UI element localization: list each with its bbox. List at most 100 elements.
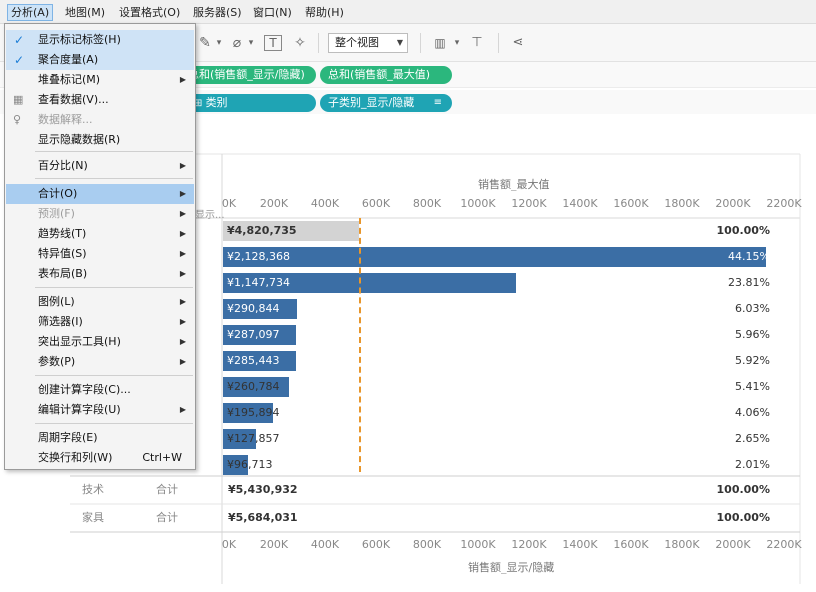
bottom-tick-label: 1800K — [664, 538, 700, 551]
table-icon: ▦ — [13, 93, 24, 106]
columns-pill-sales-show-hide[interactable]: 总和(销售额_显示/隐藏) — [180, 66, 316, 84]
menu-analysis[interactable]: 分析(A) — [7, 4, 54, 21]
show-me-icon[interactable]: ▥ — [430, 33, 450, 53]
category-label: 技术 — [82, 483, 104, 496]
menu-item-explain-data: ♀ 数据解释... — [6, 110, 194, 130]
bottom-tick-label: 0K — [221, 538, 237, 551]
bar-value-label: ¥96,713 — [227, 458, 273, 471]
menu-item-stack-marks[interactable]: 堆叠标记(M) ▶ — [6, 70, 194, 90]
bar-value-label: ¥287,097 — [227, 328, 280, 341]
rows-pill-category[interactable]: ⊞ 类别 — [180, 94, 316, 112]
columns-pill-sales-max[interactable]: 总和(销售额_最大值) — [320, 66, 452, 84]
lightbulb-icon: ♀ — [13, 113, 22, 126]
menu-item-label: 聚合度量(A) — [38, 53, 99, 66]
pen-dropdown-icon[interactable]: ▾ — [214, 33, 224, 53]
top-tick-label: 1600K — [613, 197, 649, 210]
bar-value-label: ¥285,443 — [227, 354, 280, 367]
top-tick-label: 2000K — [715, 197, 751, 210]
submenu-arrow-icon: ▶ — [179, 297, 186, 306]
menu-item-create-calculated-field[interactable]: 创建计算字段(C)... — [6, 380, 194, 400]
bar-percent-label: 2.65% — [735, 432, 770, 445]
menu-item-label: 数据解释... — [38, 113, 93, 126]
bar[interactable] — [223, 247, 766, 267]
top-tick-label: 2200K — [766, 197, 802, 210]
subtotal-label: 合计 — [156, 511, 178, 524]
bar-value-label: ¥290,844 — [227, 302, 280, 315]
menu-server[interactable]: 服务器(S) — [190, 4, 245, 21]
menu-separator — [35, 287, 193, 288]
bar-percent-label: 5.96% — [735, 328, 770, 341]
menu-item-reveal-hidden-data[interactable]: 显示隐藏数据(R) — [6, 130, 194, 150]
top-tick-label: 600K — [361, 197, 391, 210]
rows-pill-category-label: 类别 — [205, 96, 228, 109]
menu-window[interactable]: 窗口(N) — [250, 4, 295, 21]
menu-item-filters[interactable]: 筛选器(I) ▶ — [6, 312, 194, 332]
bar-value-label: ¥2,128,368 — [227, 250, 290, 263]
menu-item-label: 堆叠标记(M) — [38, 73, 101, 86]
menu-item-label: 创建计算字段(C)... — [38, 383, 131, 396]
paperclip-icon[interactable]: ⌀ — [230, 33, 244, 53]
bottom-tick-label: 200K — [259, 538, 289, 551]
fit-select-value: 整个视图 — [335, 36, 379, 49]
fit-select[interactable]: 整个视图 ▼ — [328, 33, 408, 53]
bar-percent-label: 100.00% — [716, 224, 770, 237]
menu-item-label: 显示标记标签(H) — [38, 33, 121, 46]
category-total-percent: 100.00% — [716, 511, 770, 524]
menu-item-view-data[interactable]: ▦ 查看数据(V)... — [6, 90, 194, 110]
menu-item-label: 交换行和列(W) — [38, 451, 113, 464]
bottom-tick-label: 1200K — [511, 538, 547, 551]
submenu-arrow-icon: ▶ — [179, 337, 186, 346]
menu-item-totals[interactable]: 合计(O) ▶ — [6, 184, 194, 204]
submenu-arrow-icon: ▶ — [179, 249, 186, 258]
menu-item-label: 编辑计算字段(U) — [38, 403, 121, 416]
top-tick-label: 1400K — [562, 197, 598, 210]
bottom-tick-label: 1000K — [460, 538, 496, 551]
bar-value-label: ¥127,857 — [227, 432, 280, 445]
paperclip-dropdown-icon[interactable]: ▾ — [246, 33, 256, 53]
menu-item-show-mark-labels[interactable]: ✓ 显示标记标签(H) — [6, 30, 194, 50]
bottom-tick-label: 400K — [310, 538, 340, 551]
menu-item-label: 筛选器(I) — [38, 315, 83, 328]
top-tick-label: 1800K — [664, 197, 700, 210]
menu-help[interactable]: 帮助(H) — [302, 4, 347, 21]
menu-item-cycle-fields[interactable]: 周期字段(E) — [6, 428, 194, 448]
menu-item-label: 突出显示工具(H) — [38, 335, 121, 348]
top-tick-label: 400K — [310, 197, 340, 210]
bar-percent-label: 2.01% — [735, 458, 770, 471]
menu-item-label: 周期字段(E) — [38, 431, 98, 444]
top-tick-label: 800K — [412, 197, 442, 210]
submenu-arrow-icon: ▶ — [179, 209, 186, 218]
submenu-arrow-icon: ▶ — [179, 229, 186, 238]
menu-separator — [35, 178, 193, 179]
chevron-down-icon: ▼ — [396, 38, 403, 47]
pen-icon[interactable]: ✎ — [198, 33, 212, 53]
pin-icon[interactable]: ✧ — [292, 33, 308, 53]
bottom-axis-title: 销售额_显示/隐藏 — [468, 561, 555, 574]
rows-pill-subcategory[interactable]: 子类别_显示/隐藏 ≡ — [320, 94, 452, 112]
menu-format[interactable]: 设置格式(O) — [116, 4, 183, 21]
menu-item-parameters[interactable]: 参数(P) ▶ — [6, 352, 194, 372]
menu-item-legends[interactable]: 图例(L) ▶ — [6, 292, 194, 312]
menu-item-swap-rows-columns[interactable]: 交换行和列(W) Ctrl+W — [6, 448, 194, 468]
menu-item-label: 趋势线(T) — [38, 227, 87, 240]
menu-map[interactable]: 地图(M) — [62, 4, 108, 21]
bottom-tick-label: 600K — [361, 538, 391, 551]
menu-item-percentage-of[interactable]: 百分比(N) ▶ — [6, 156, 194, 176]
show-me-dropdown-icon[interactable]: ▾ — [452, 33, 462, 53]
menu-item-label: 百分比(N) — [38, 159, 88, 172]
toolbar-separator — [318, 33, 319, 53]
menu-item-highlighters[interactable]: 突出显示工具(H) ▶ — [6, 332, 194, 352]
bar-percent-label: 23.81% — [728, 276, 770, 289]
menu-item-table-layout[interactable]: 表布局(B) ▶ — [6, 264, 194, 284]
menu-item-outliers[interactable]: 特异值(S) ▶ — [6, 244, 194, 264]
text-box-icon[interactable]: T — [264, 35, 282, 51]
menu-separator — [35, 423, 193, 424]
share-icon[interactable]: ⋖ — [508, 33, 528, 53]
sort-icon: ≡ — [433, 97, 442, 108]
menu-item-edit-calculated-field[interactable]: 编辑计算字段(U) ▶ — [6, 400, 194, 420]
presentation-icon[interactable]: ⊤ — [468, 33, 486, 53]
menu-item-aggregate-measures[interactable]: ✓ 聚合度量(A) — [6, 50, 194, 70]
menu-item-trend-lines[interactable]: 趋势线(T) ▶ — [6, 224, 194, 244]
bar-value-label: ¥195,894 — [227, 406, 280, 419]
bar-value-label: ¥260,784 — [227, 380, 280, 393]
